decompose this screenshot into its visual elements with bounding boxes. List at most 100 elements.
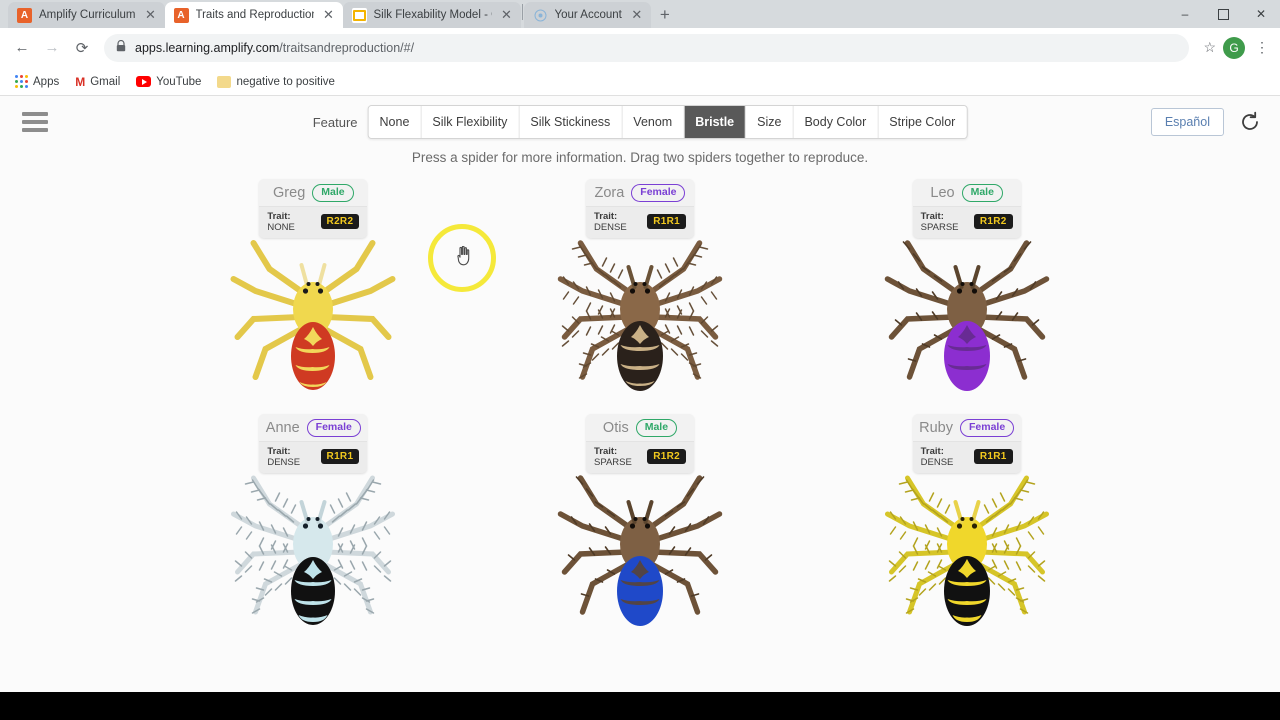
browser-tab-2[interactable]: A Traits and Reproduction ✕ [164,2,343,28]
trait-value: NONE [267,221,295,233]
feature-button-silk-stickiness[interactable]: Silk Stickiness [519,106,623,138]
bookmarks-bar: Apps M Gmail YouTube negative to positiv… [0,68,1280,96]
feature-button-stripe-color[interactable]: Stripe Color [878,106,967,138]
trait-text: Trait: DENSE [594,211,639,233]
gmail-icon: M [75,74,86,89]
tab-close-icon[interactable]: ✕ [499,7,515,23]
spider-card[interactable]: Otis Male Trait: SPARSE R1R2 [585,414,694,473]
spider-card[interactable]: Anne Female Trait: DENSE R1R1 [259,414,368,473]
browser-menu-icon[interactable]: ⋮ [1252,39,1272,56]
reset-icon[interactable] [1238,110,1262,134]
sex-badge: Female [960,419,1015,437]
spider-image-anne[interactable] [226,456,401,646]
instruction-text: Press a spider for more information. Dra… [411,150,869,165]
bookmark-youtube[interactable]: YouTube [130,73,207,91]
sex-badge: Male [961,184,1003,202]
new-tab-button[interactable]: + [651,2,679,28]
browser-window: A Amplify Curriculum ✕ A Traits and Repr… [0,0,1280,692]
spider-image-leo[interactable] [879,221,1054,411]
back-button[interactable]: ← [8,34,36,62]
spider-grid: Greg Male Trait: NONE R2R2 Zora Female T… [0,165,1280,649]
browser-titlebar: A Amplify Curriculum ✕ A Traits and Repr… [0,0,1280,28]
feature-button-silk-flexibility[interactable]: Silk Flexibility [421,106,520,138]
feature-button-bristle[interactable]: Bristle [684,106,747,138]
bookmark-gmail[interactable]: M Gmail [69,72,126,92]
spider-trait-row: Trait: SPARSE R1R2 [585,440,694,473]
reload-button[interactable]: ⟳ [68,34,96,62]
address-bar[interactable]: apps.learning.amplify.com/traitsandrepro… [104,33,1190,62]
spider-card[interactable]: Zora Female Trait: DENSE R1R1 [585,179,694,238]
maximize-button[interactable] [1204,0,1242,28]
spider-name: Anne [265,419,300,436]
minimize-button[interactable]: – [1166,0,1204,28]
youtube-icon [136,76,152,87]
spider-cell-otis[interactable]: Otis Male Trait: SPARSE R1R2 [477,414,804,649]
folder-icon [217,75,232,88]
trait-prefix: Trait: [267,445,291,457]
allele-badge: R2R2 [320,214,360,230]
app-viewport: Feature None Silk Flexibility Silk Stick… [0,96,1280,692]
spider-card[interactable]: Leo Male Trait: SPARSE R1R2 [912,179,1021,238]
hamburger-icon[interactable] [22,112,48,132]
spider-image-zora[interactable] [552,221,727,411]
tab-title: Traits and Reproduction [195,9,314,21]
spider-card[interactable]: Greg Male Trait: NONE R2R2 [259,179,368,238]
sex-badge: Female [306,419,361,437]
tab-separator [521,3,523,20]
url-path: /traitsandreproduction/#/ [279,40,415,55]
spider-image-otis[interactable] [552,456,727,646]
spider-cell-anne[interactable]: Anne Female Trait: DENSE R1R1 [150,414,477,649]
language-button[interactable]: Español [1150,108,1224,136]
bookmark-star-icon[interactable]: ☆ [1203,39,1216,56]
bookmark-apps[interactable]: Apps [8,72,65,92]
spider-cell-zora[interactable]: Zora Female Trait: DENSE R1R1 [477,179,804,414]
browser-tab-3[interactable]: Silk Flexability Model - Google S ✕ [342,2,521,28]
profile-avatar[interactable]: G [1223,36,1245,59]
allele-badge: R1R1 [320,449,360,465]
trait-text: Trait: DENSE [921,446,966,468]
bookmark-folder[interactable]: negative to positive [211,73,340,91]
spider-card-header: Otis Male [586,414,694,441]
bookmark-label: Gmail [90,75,121,88]
browser-tab-1[interactable]: A Amplify Curriculum ✕ [8,2,165,28]
feature-button-group: None Silk Flexibility Silk Stickiness Ve… [367,105,968,139]
tab-title: Your Account [554,9,622,21]
spider-card-header: Ruby Female [913,414,1021,441]
spider-trait-row: Trait: DENSE R1R1 [912,440,1021,473]
spider-cell-leo[interactable]: Leo Male Trait: SPARSE R1R2 [803,179,1130,414]
allele-badge: R1R2 [647,449,686,465]
apps-grid-icon [14,75,28,89]
trait-prefix: Trait: [593,445,618,457]
tab-title: Amplify Curriculum [39,9,136,21]
tab-close-icon[interactable]: ✕ [143,7,159,23]
tab-close-icon[interactable]: ✕ [629,7,645,23]
feature-button-body-color[interactable]: Body Color [793,106,879,138]
url-text: apps.learning.amplify.com/traitsandrepro… [135,41,414,55]
header-actions: Español [1150,108,1262,136]
spider-cell-greg[interactable]: Greg Male Trait: NONE R2R2 [150,179,477,414]
trait-prefix: Trait: [267,210,291,222]
feature-button-none[interactable]: None [368,106,422,138]
spider-image-ruby[interactable] [879,456,1054,646]
tab-close-icon[interactable]: ✕ [321,7,337,23]
spider-image-greg[interactable] [226,221,401,411]
desktop-taskbar [0,692,1280,720]
feature-button-size[interactable]: Size [746,106,794,138]
browser-tab-4[interactable]: Your Account ✕ [523,2,651,28]
spider-card[interactable]: Ruby Female Trait: DENSE R1R1 [912,414,1021,473]
spider-name: Otis [602,419,629,436]
trait-value: DENSE [593,221,627,233]
spider-cell-ruby[interactable]: Ruby Female Trait: DENSE R1R1 [803,414,1130,649]
bookmark-label: Apps [33,75,60,88]
forward-button[interactable]: → [38,34,66,62]
spider-name: Leo [930,184,955,201]
browser-navbar: ← → ⟳ apps.learning.amplify.com/traitsan… [0,28,1280,68]
trait-text: Trait: DENSE [267,446,312,468]
spider-trait-row: Trait: DENSE R1R1 [259,440,368,473]
feature-selector: Feature None Silk Flexibility Silk Stick… [313,105,968,139]
feature-button-venom[interactable]: Venom [622,106,685,138]
allele-badge: R1R1 [647,214,686,230]
spider-trait-row: Trait: NONE R2R2 [259,205,368,238]
close-button[interactable]: ✕ [1242,0,1280,28]
allele-badge: R1R2 [973,214,1013,230]
